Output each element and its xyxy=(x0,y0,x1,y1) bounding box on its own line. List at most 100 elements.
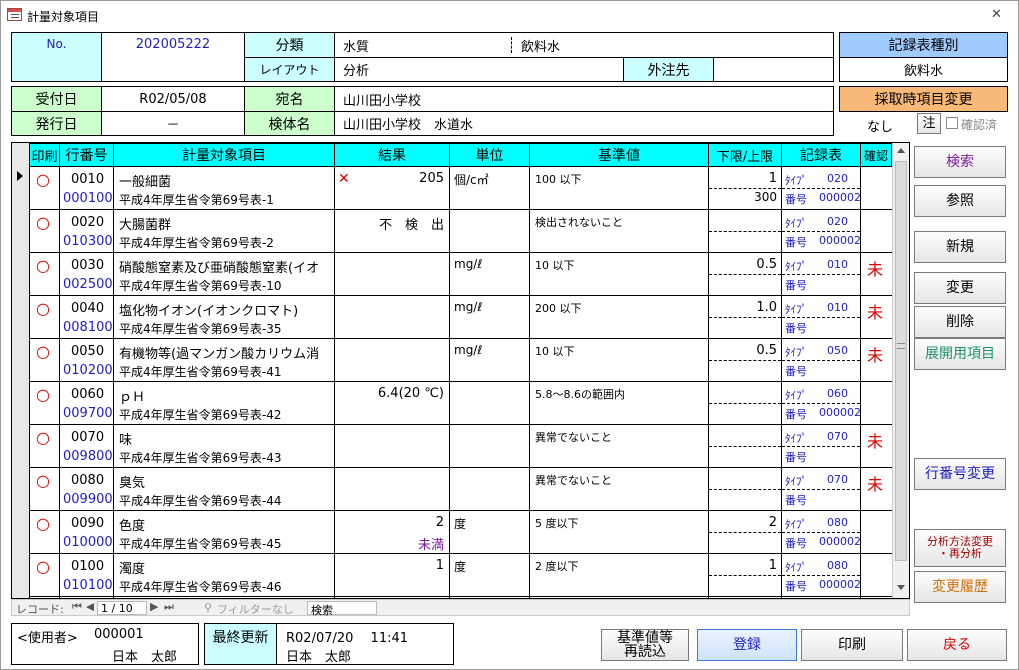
item-law: 平成4年厚生省令第69号表-41 xyxy=(119,365,282,379)
uketsuke-value[interactable]: R02/05/08 xyxy=(101,86,245,112)
print-button[interactable]: 印刷 xyxy=(801,629,903,661)
item-law: 平成4年厚生省令第69号表-45 xyxy=(119,537,282,551)
row-code: 009800 xyxy=(63,449,113,464)
bango-label: 番号 xyxy=(785,408,807,421)
print-mark[interactable]: ○ xyxy=(36,514,50,533)
print-mark[interactable]: ○ xyxy=(36,213,50,232)
print-mark[interactable]: ○ xyxy=(36,557,50,576)
tenkai-button[interactable]: 展開用項目 xyxy=(914,338,1006,370)
form-icon xyxy=(7,8,22,21)
sansho-button[interactable]: 参照 xyxy=(914,185,1006,217)
row-code: 010300 xyxy=(63,234,113,249)
unit-value: mg/ℓ xyxy=(454,343,483,357)
last-record-icon[interactable]: ⏭ xyxy=(164,600,174,614)
gyo-henko-button[interactable]: 行番号変更 xyxy=(914,458,1006,490)
item-law: 平成4年厚生省令第69号表-2 xyxy=(119,236,274,250)
print-mark[interactable]: ○ xyxy=(36,170,50,189)
bango-label: 番号 xyxy=(785,580,807,593)
col-limit-header: 下限/上限 xyxy=(708,143,782,167)
result-value[interactable]: 不 検 出 xyxy=(336,214,444,233)
lower-limit: 2 xyxy=(768,515,777,530)
col-print-header: 印刷 xyxy=(29,143,60,167)
kijun-value: 2 度以下 xyxy=(535,560,579,573)
kentai-label: 検体名 xyxy=(244,111,335,136)
updated-by: 日本 太郎 xyxy=(286,650,352,665)
change-value: なし xyxy=(867,120,894,135)
upper-limit: 300 xyxy=(754,190,777,204)
unit-value: mg/ℓ xyxy=(454,300,483,314)
uketsuke-label: 受付日 xyxy=(11,86,102,112)
updated-at: R02/07/20 11:41 xyxy=(286,631,409,646)
col-item-header: 計量対象項目 xyxy=(113,143,335,167)
filter-icon: ⚲ xyxy=(204,601,213,614)
bunrui-value2: 飲料水 xyxy=(521,39,561,55)
bango-label: 番号 xyxy=(785,365,807,378)
window: 計量対象項目 ✕ No. 202005222 分類 水質 飲料水 レイアウト 分… xyxy=(0,0,1019,670)
no-value: 202005222 xyxy=(101,32,245,82)
result-value[interactable]: 2 xyxy=(336,515,444,530)
gaichu-value[interactable] xyxy=(713,57,834,82)
type-value: 080 xyxy=(827,516,848,529)
hakko-value[interactable]: － xyxy=(101,111,245,136)
row-code: 008100 xyxy=(63,320,113,335)
rireki-button[interactable]: 変更履歴 xyxy=(914,571,1006,603)
item-law: 平成4年厚生省令第69号表-1 xyxy=(119,193,274,207)
record-type-value[interactable]: 飲料水 xyxy=(839,57,1008,82)
bango-value: 000002 xyxy=(819,406,861,419)
type-value: 050 xyxy=(827,344,848,357)
kensaku-button[interactable]: 検索 xyxy=(914,146,1006,178)
register-button[interactable]: 登録 xyxy=(697,629,797,661)
type-value: 070 xyxy=(827,430,848,443)
print-mark[interactable]: ○ xyxy=(36,428,50,447)
record-counter[interactable]: 1 / 10 xyxy=(97,601,147,615)
print-mark[interactable]: ○ xyxy=(36,385,50,404)
type-label: ﾀｲﾌﾟ xyxy=(785,518,807,531)
row-code: 010000 xyxy=(63,535,113,550)
confirmed-checkbox[interactable] xyxy=(946,117,958,129)
bango-label: 番号 xyxy=(785,236,807,249)
result-value[interactable]: 1 xyxy=(336,558,444,573)
record-search-box[interactable]: 検索 xyxy=(307,601,377,617)
back-button[interactable]: 戻る xyxy=(907,629,1007,661)
result-value[interactable]: 6.4(20 ℃) xyxy=(336,386,444,401)
print-mark[interactable]: ○ xyxy=(36,471,50,490)
lower-limit: 0.5 xyxy=(756,343,777,358)
henko-button[interactable]: 変更 xyxy=(914,272,1006,304)
row-code: 002500 xyxy=(63,277,113,292)
print-mark[interactable]: ○ xyxy=(36,299,50,318)
kentai-value[interactable]: 山川田小学校 水道水 xyxy=(334,111,834,136)
result-note: 未満 xyxy=(417,538,444,553)
chu-button[interactable]: 注 xyxy=(917,113,941,134)
scroll-down-icon[interactable] xyxy=(897,585,905,590)
atena-value[interactable]: 山川田小学校 xyxy=(334,86,834,112)
sakujo-button[interactable]: 削除 xyxy=(914,306,1006,338)
bunrui-field[interactable]: 水質 飲料水 xyxy=(334,32,834,58)
filter-label[interactable]: フィルターなし xyxy=(217,601,294,617)
reload-button[interactable]: 基準値等 再読込 xyxy=(601,629,689,661)
type-label: ﾀｲﾌﾟ xyxy=(785,389,807,402)
first-record-icon[interactable]: ⏮ xyxy=(72,600,82,614)
prev-record-icon[interactable]: ◀ xyxy=(86,600,94,613)
shinki-button[interactable]: 新規 xyxy=(914,231,1006,263)
row-no: 0060 xyxy=(71,387,105,402)
next-record-icon[interactable]: ▶ xyxy=(150,600,158,613)
type-label: ﾀｲﾌﾟ xyxy=(785,561,807,574)
print-mark[interactable]: ○ xyxy=(36,256,50,275)
item-name: 硝酸態窒素及び亜硝酸態窒素(イオ xyxy=(119,261,320,276)
bunseki-button[interactable]: 分析方法変更 ・再分析 xyxy=(914,529,1006,567)
result-value[interactable]: 205 xyxy=(336,171,444,186)
layout-value[interactable]: 分析 xyxy=(334,57,624,82)
record-navigation: レコード: ⏮ ◀ 1 / 10 ▶ ⏭ ⚲ フィルターなし 検索 xyxy=(11,599,910,617)
kijun-value: 10 以下 xyxy=(535,345,575,358)
current-record-arrow xyxy=(17,171,23,181)
bango-label: 番号 xyxy=(785,494,807,507)
vertical-scrollbar[interactable] xyxy=(892,143,909,598)
user-panel: <使用者> 000001 日本 太郎 xyxy=(11,623,199,665)
print-mark[interactable]: ○ xyxy=(36,342,50,361)
close-icon[interactable]: ✕ xyxy=(991,7,1002,22)
updated-panel: R02/07/20 11:41 日本 太郎 xyxy=(276,623,454,665)
kijun-value: 5.8～8.6の範囲内 xyxy=(535,388,625,401)
scroll-up-icon[interactable] xyxy=(897,148,905,153)
scroll-thumb[interactable] xyxy=(895,161,907,561)
bango-value: 000002 xyxy=(819,191,861,204)
